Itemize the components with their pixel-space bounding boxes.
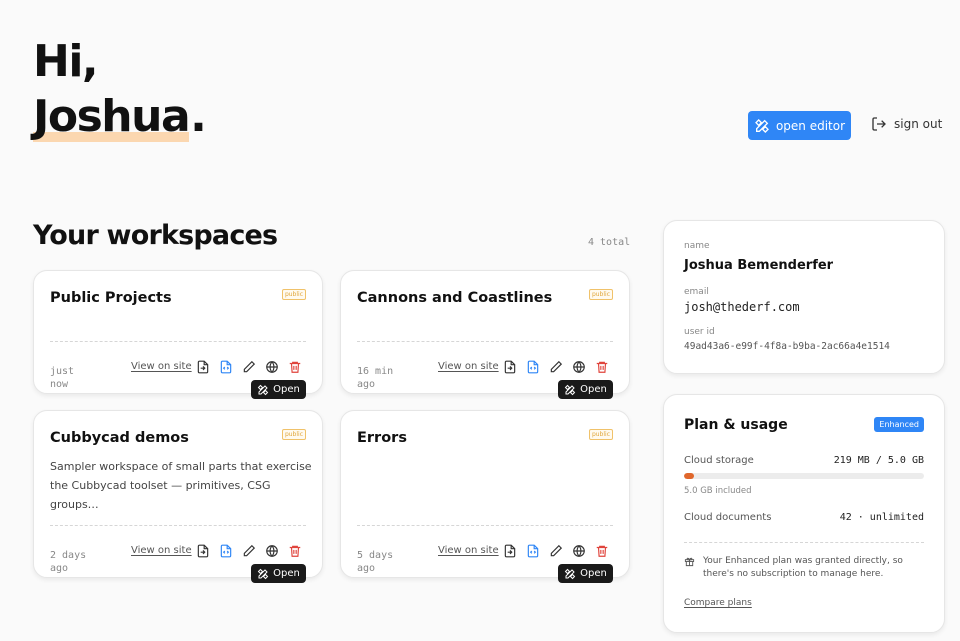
- file-export-icon[interactable]: [526, 544, 540, 558]
- pencil-icon[interactable]: [549, 544, 563, 558]
- workspace-title: Errors: [357, 430, 407, 446]
- account-email: josh@thederf.com: [684, 300, 800, 314]
- public-badge: public: [588, 289, 613, 300]
- workspace-card[interactable]: Errors public 5 days ago View on site Ope…: [340, 410, 630, 583]
- workspace-title: Cannons and Coastlines: [357, 290, 553, 306]
- workspace-description: Sampler workspace of small parts that ex…: [50, 460, 312, 511]
- workspace-title: Cubbycad demos: [50, 430, 189, 446]
- plan-badge: Enhanced: [874, 417, 924, 432]
- documents-label: Cloud documents: [684, 512, 772, 523]
- pencil-icon[interactable]: [242, 544, 256, 558]
- file-import-icon[interactable]: [196, 544, 210, 558]
- plan-note: Your Enhanced plan was granted directly,…: [684, 555, 914, 581]
- email-label: email: [684, 287, 709, 297]
- user-id-value: 49ad43a6-e99f-4f8a-b9ba-2ac66a4e1514: [684, 341, 890, 352]
- workspaces-total: 4 total: [588, 237, 631, 248]
- plan-divider: [684, 542, 924, 543]
- globe-icon[interactable]: [265, 544, 279, 558]
- open-editor-button[interactable]: open editor: [748, 111, 851, 140]
- open-label: Open: [580, 568, 607, 579]
- storage-progress-bar: [684, 473, 924, 479]
- globe-icon[interactable]: [572, 544, 586, 558]
- storage-included: 5.0 GB included: [684, 486, 752, 496]
- workspaces-title: Your workspaces: [33, 220, 278, 251]
- last-updated: 16 min ago: [357, 366, 394, 390]
- pencil-ruler-icon: [257, 384, 269, 395]
- workspace-card[interactable]: Cubbycad demos public Sampler workspace …: [33, 410, 323, 583]
- globe-icon[interactable]: [265, 360, 279, 374]
- public-badge: public: [588, 429, 613, 440]
- trash-icon[interactable]: [288, 360, 302, 374]
- open-workspace-button[interactable]: Open: [251, 564, 306, 583]
- open-editor-label: open editor: [775, 118, 846, 133]
- public-badge: public: [281, 429, 306, 440]
- plan-note-text: Your Enhanced plan was granted directly,…: [703, 556, 903, 579]
- pencil-ruler-icon: [755, 118, 769, 133]
- trash-icon[interactable]: [595, 544, 609, 558]
- storage-value: 219 MB / 5.0 GB: [833, 455, 924, 466]
- sign-out-button[interactable]: sign out: [871, 116, 942, 132]
- open-workspace-button[interactable]: Open: [558, 564, 613, 583]
- storage-progress-fill: [684, 473, 695, 479]
- card-divider: [357, 341, 613, 342]
- gift-icon: [684, 557, 695, 567]
- workspace-card[interactable]: Public Projects public just now View on s…: [33, 270, 323, 399]
- sign-out-label: sign out: [894, 117, 943, 131]
- pencil-ruler-icon: [257, 568, 269, 579]
- pencil-icon[interactable]: [549, 360, 563, 374]
- last-updated: 2 days ago: [50, 550, 87, 574]
- card-divider: [50, 341, 306, 342]
- last-updated: 5 days ago: [357, 550, 394, 574]
- account-panel: name Joshua Bemenderfer email josh@thede…: [663, 220, 945, 374]
- file-import-icon[interactable]: [503, 544, 517, 558]
- documents-value: 42 · unlimited: [839, 512, 924, 523]
- pencil-ruler-icon: [564, 568, 576, 579]
- plan-title: Plan & usage: [684, 417, 788, 433]
- open-label: Open: [273, 384, 300, 395]
- open-label: Open: [273, 568, 300, 579]
- globe-icon[interactable]: [572, 360, 586, 374]
- open-workspace-button[interactable]: Open: [558, 380, 613, 399]
- greeting-hi: Hi,: [33, 36, 99, 87]
- view-on-site-link[interactable]: View on site: [131, 545, 192, 556]
- view-on-site-link[interactable]: View on site: [438, 361, 499, 372]
- workspace-title: Public Projects: [50, 290, 172, 306]
- account-name: Joshua Bemenderfer: [684, 258, 834, 273]
- public-badge: public: [281, 289, 306, 300]
- view-on-site-link[interactable]: View on site: [438, 545, 499, 556]
- user-id-label: user id: [684, 327, 715, 337]
- card-divider: [357, 525, 613, 526]
- open-workspace-button[interactable]: Open: [251, 380, 306, 399]
- trash-icon[interactable]: [288, 544, 302, 558]
- open-label: Open: [580, 384, 607, 395]
- workspace-card[interactable]: Cannons and Coastlines public 16 min ago …: [340, 270, 630, 399]
- compare-plans-link[interactable]: Compare plans: [684, 598, 752, 608]
- name-label: name: [684, 241, 710, 251]
- card-divider: [50, 525, 306, 526]
- file-import-icon[interactable]: [503, 360, 517, 374]
- view-on-site-link[interactable]: View on site: [131, 361, 192, 372]
- file-export-icon[interactable]: [219, 544, 233, 558]
- storage-label: Cloud storage: [684, 455, 754, 466]
- file-import-icon[interactable]: [196, 360, 210, 374]
- pencil-icon[interactable]: [242, 360, 256, 374]
- greeting: Hi, Joshua.: [33, 36, 207, 142]
- log-out-icon: [872, 117, 886, 131]
- greeting-name: Joshua: [33, 91, 191, 142]
- plan-panel: Plan & usage Enhanced Cloud storage 219 …: [663, 394, 945, 633]
- file-export-icon[interactable]: [219, 360, 233, 374]
- trash-icon[interactable]: [595, 360, 609, 374]
- file-export-icon[interactable]: [526, 360, 540, 374]
- last-updated: just now: [50, 366, 75, 390]
- pencil-ruler-icon: [564, 384, 576, 395]
